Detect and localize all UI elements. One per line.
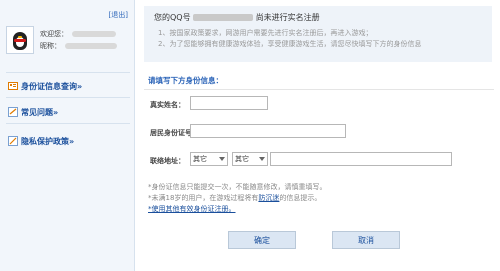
help-line-suffix: 的信息提示。	[279, 194, 322, 202]
sidebar-link-id-query[interactable]: 身份证信息查询»	[8, 79, 82, 93]
sidebar: [退出] 欢迎您： 昵称： 身份证信息查询» 常见问题» 隐私保护政策»	[0, 0, 135, 271]
province-select[interactable]: 其它	[190, 152, 228, 166]
notice-note: 2、为了您能够拥有健康游戏体验，享受健康游戏生活，请您尽快填写下方的身份信息	[158, 40, 422, 48]
city-select-value: 其它	[235, 155, 249, 163]
divider	[6, 72, 130, 73]
help-line: *未满18岁的用户，在游戏过程将有防沉迷的信息提示。	[148, 193, 327, 204]
divider	[6, 123, 130, 124]
divider	[6, 97, 130, 98]
redacted-username	[72, 31, 117, 37]
address-label: 联络地址：	[150, 157, 185, 165]
help-icon	[8, 107, 18, 117]
help-line: *身份证信息只能提交一次，不能随意修改，请慎重填写。	[148, 183, 327, 191]
sidebar-link-faq[interactable]: 常见问题»	[8, 105, 58, 119]
chevron-down-icon	[259, 157, 265, 161]
id-number-input[interactable]	[190, 124, 346, 138]
notice-box: 您的QQ号 尚未进行实名注册 1、按国家政策要求，网游用户需要先进行实名注册后，…	[144, 6, 492, 62]
user-profile: 欢迎您： 昵称：	[6, 24, 131, 64]
form-section-title: 请填写下方身份信息：	[148, 76, 223, 85]
notice-note: 1、按国家政策要求，网游用户需要先进行实名注册后，再进入游戏；	[158, 29, 373, 37]
address-input[interactable]	[270, 152, 452, 166]
redacted-qq-number	[193, 14, 254, 21]
welcome-label: 欢迎您：	[40, 30, 68, 38]
divider	[144, 89, 494, 90]
city-select[interactable]: 其它	[232, 152, 268, 166]
privacy-icon	[8, 136, 18, 146]
sidebar-link-label: 身份证信息查询»	[21, 81, 83, 91]
sidebar-link-privacy[interactable]: 隐私保护政策»	[8, 134, 74, 148]
help-line-prefix: *未满18岁的用户，在游戏过程将有	[148, 194, 259, 202]
nickname-text: 昵称：	[40, 41, 118, 51]
notice-title-suffix: 尚未进行实名注册	[255, 13, 320, 22]
logout-link[interactable]: [退出]	[109, 10, 128, 20]
id-card-icon	[8, 81, 18, 91]
notice-title-prefix: 您的QQ号	[154, 13, 191, 22]
main-content: 您的QQ号 尚未进行实名注册 1、按国家政策要求，网游用户需要先进行实名注册后，…	[136, 0, 500, 271]
confirm-button[interactable]: 确定	[228, 231, 296, 249]
notice-title: 您的QQ号 尚未进行实名注册	[154, 12, 320, 23]
real-name-label: 真实姓名：	[150, 101, 185, 109]
qq-penguin-icon	[11, 29, 29, 51]
sidebar-link-label: 常见问题»	[21, 107, 59, 117]
sidebar-link-label: 隐私保护政策»	[21, 136, 75, 146]
redacted-nickname	[65, 43, 118, 49]
welcome-text: 欢迎您：	[40, 29, 117, 39]
anti-addiction-link[interactable]: 防沉迷	[258, 194, 279, 202]
nickname-label: 昵称：	[40, 42, 61, 50]
cancel-button[interactable]: 取消	[332, 231, 400, 249]
other-id-link[interactable]: *使用其他有效身份证注册。	[148, 204, 327, 215]
notice-notes: 1、按国家政策要求，网游用户需要先进行实名注册后，再进入游戏； 2、为了您能够拥…	[158, 28, 421, 50]
real-name-input[interactable]	[190, 96, 268, 110]
chevron-down-icon	[219, 157, 225, 161]
avatar	[6, 26, 34, 54]
help-text: *身份证信息只能提交一次，不能随意修改，请慎重填写。 *未满18岁的用户，在游戏…	[148, 182, 327, 215]
province-select-value: 其它	[193, 155, 207, 163]
